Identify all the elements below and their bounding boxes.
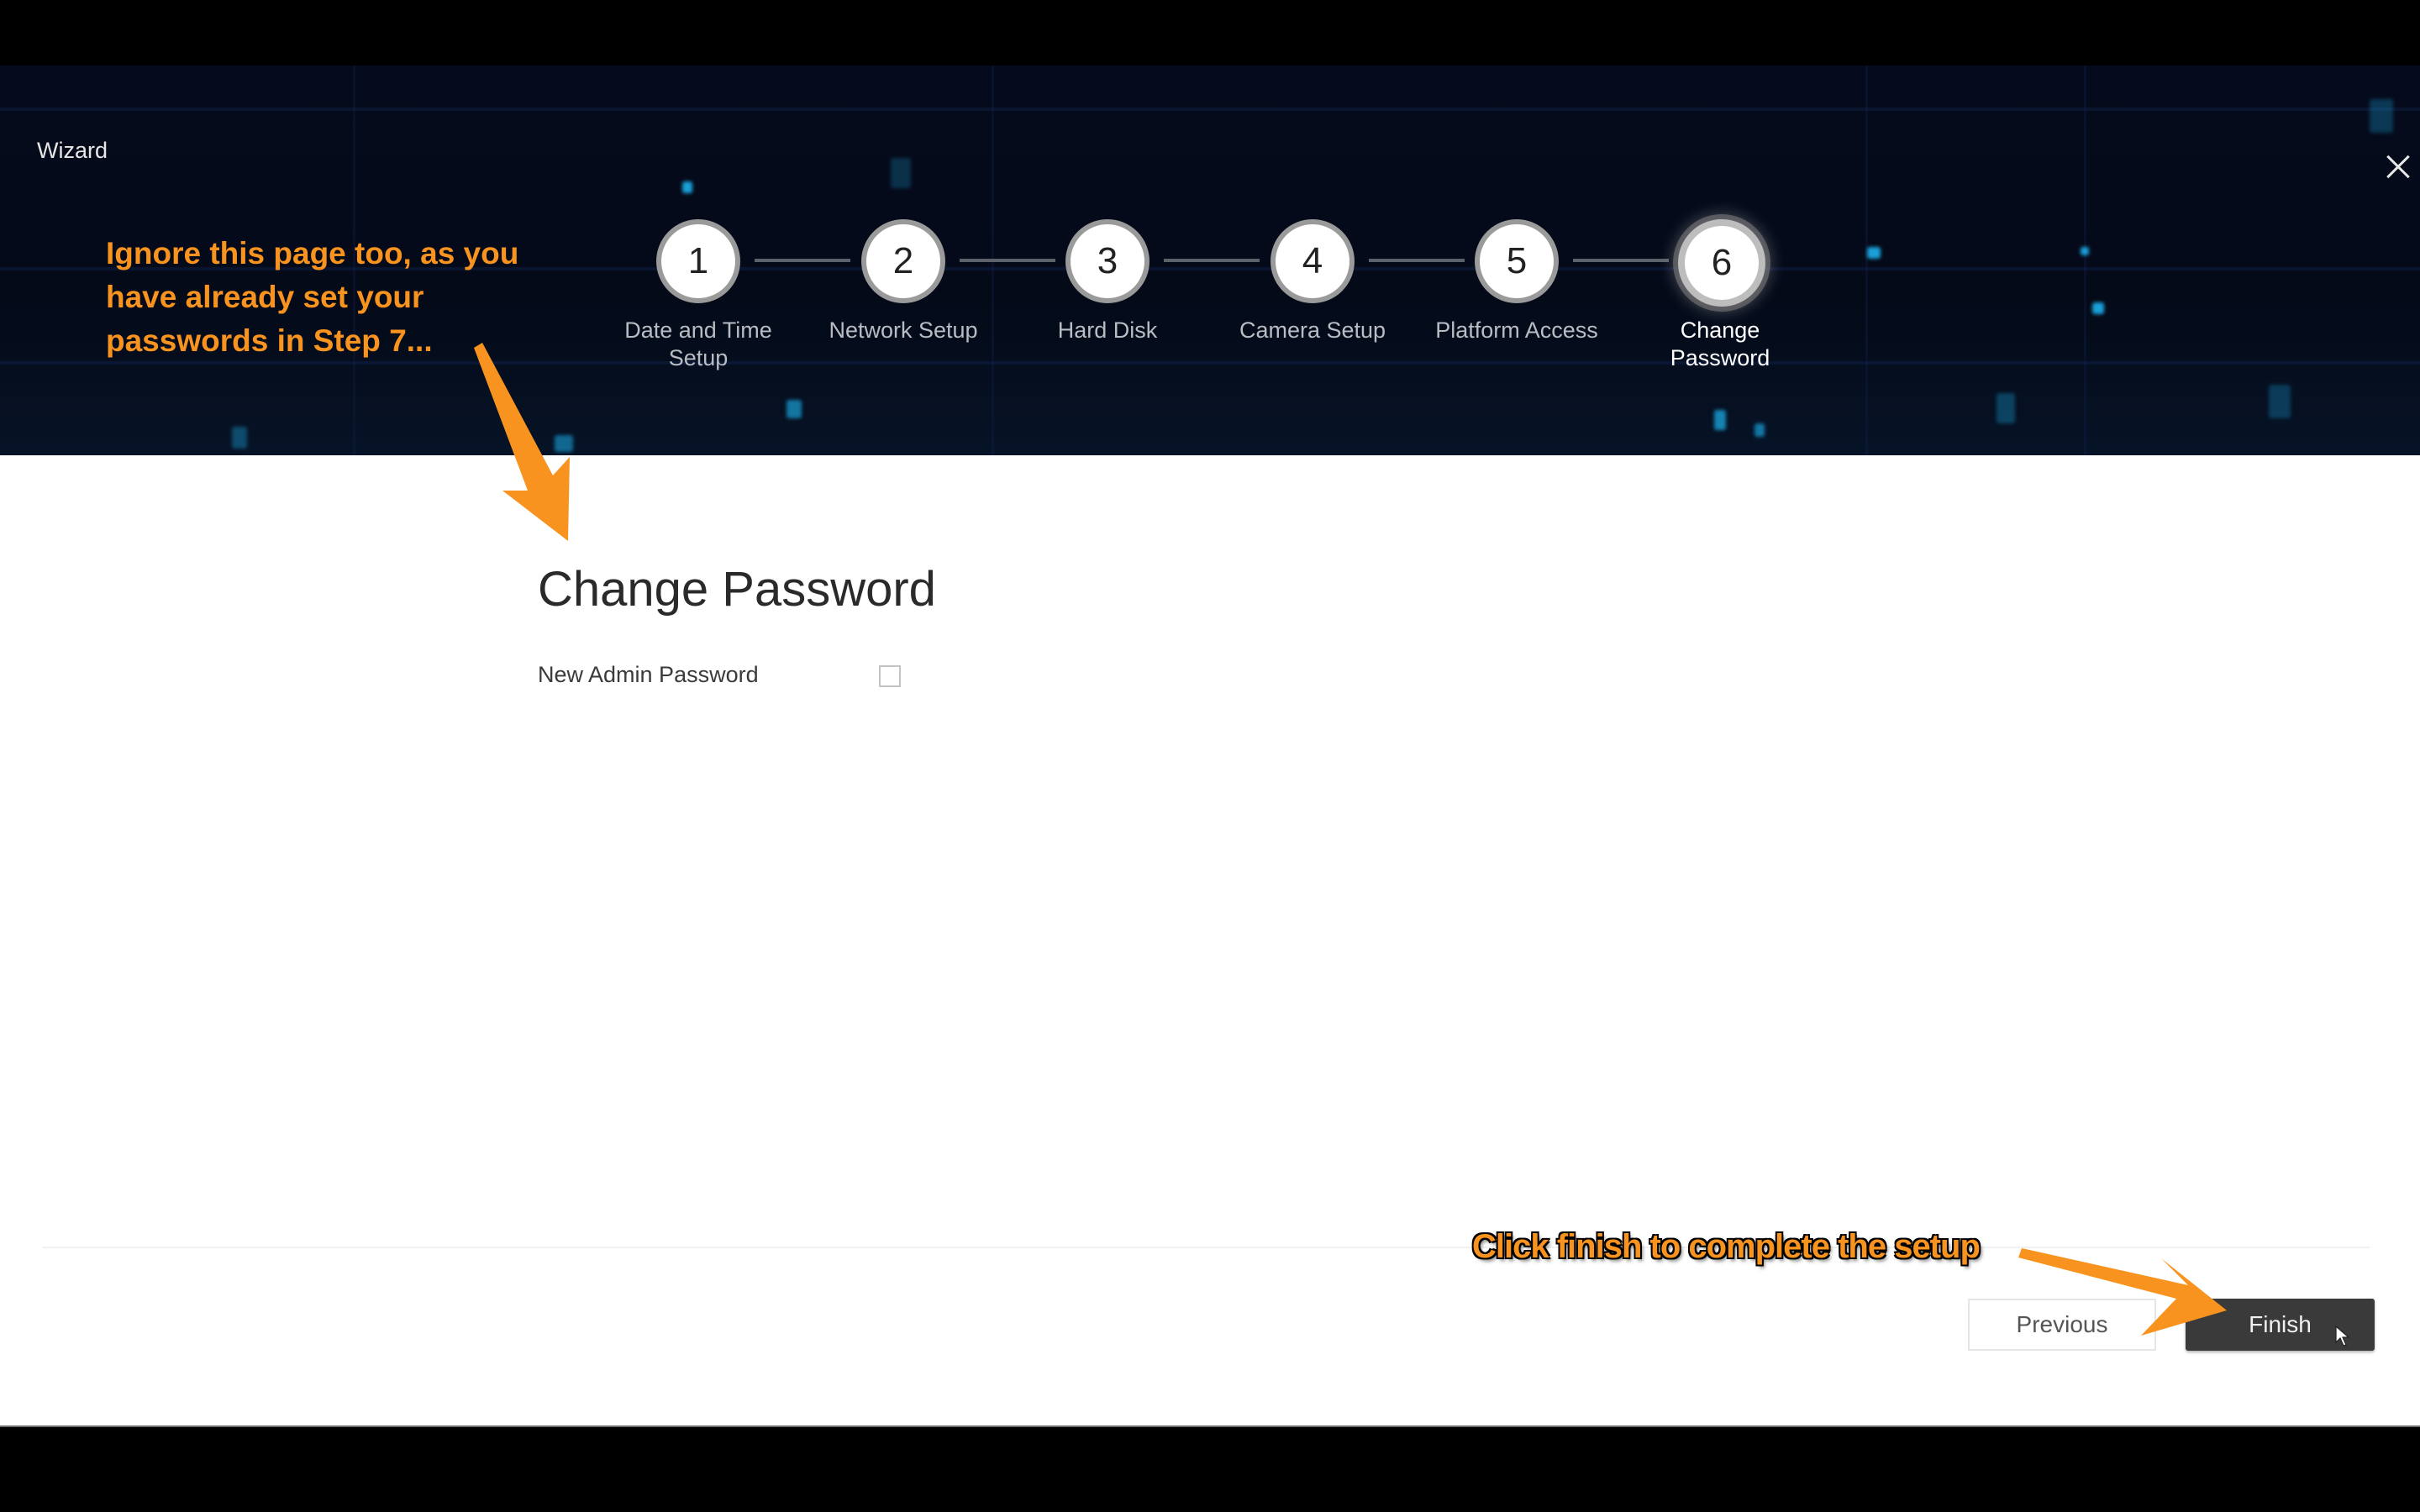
step-number[interactable]: 2 <box>861 219 945 303</box>
step-connector <box>1573 259 1669 262</box>
step-label: Hard Disk <box>1057 318 1158 343</box>
step-connector <box>755 259 850 262</box>
step-number[interactable]: 5 <box>1475 219 1559 303</box>
previous-button[interactable]: Previous <box>1968 1299 2156 1351</box>
annotation-click-finish: Click finish to complete the setup <box>1471 1227 1981 1266</box>
new-admin-password-label: New Admin Password <box>538 662 759 687</box>
annotation-ignore-page: Ignore this page too, as you have alread… <box>106 236 519 358</box>
bottom-letterbox <box>0 1425 2420 1512</box>
step-connector <box>1164 259 1260 262</box>
step-label: Network Setup <box>829 318 978 343</box>
mouse-cursor-icon <box>2335 1326 2350 1347</box>
wizard-content: Change Password New Admin Password Previ… <box>0 455 2420 1425</box>
step-label: Camera Setup <box>1239 318 1386 343</box>
step-number[interactable]: 1 <box>656 219 740 303</box>
footer-divider <box>42 1247 2370 1248</box>
step-number[interactable]: 3 <box>1065 219 1150 303</box>
step-number[interactable]: 4 <box>1270 219 1355 303</box>
step-label: Change Password <box>1670 318 1770 370</box>
step-label: Date and Time Setup <box>624 318 772 370</box>
step-number[interactable]: 6 <box>1678 219 1765 307</box>
step-connector <box>1369 259 1465 262</box>
page-title: Change Password <box>538 562 936 617</box>
wizard-stepper: 1 Date and Time Setup 2 Network Setup 3 … <box>0 0 2420 455</box>
step-label: Platform Access <box>1435 318 1598 343</box>
step-connector <box>960 259 1055 262</box>
new-admin-password-checkbox[interactable] <box>879 665 901 687</box>
